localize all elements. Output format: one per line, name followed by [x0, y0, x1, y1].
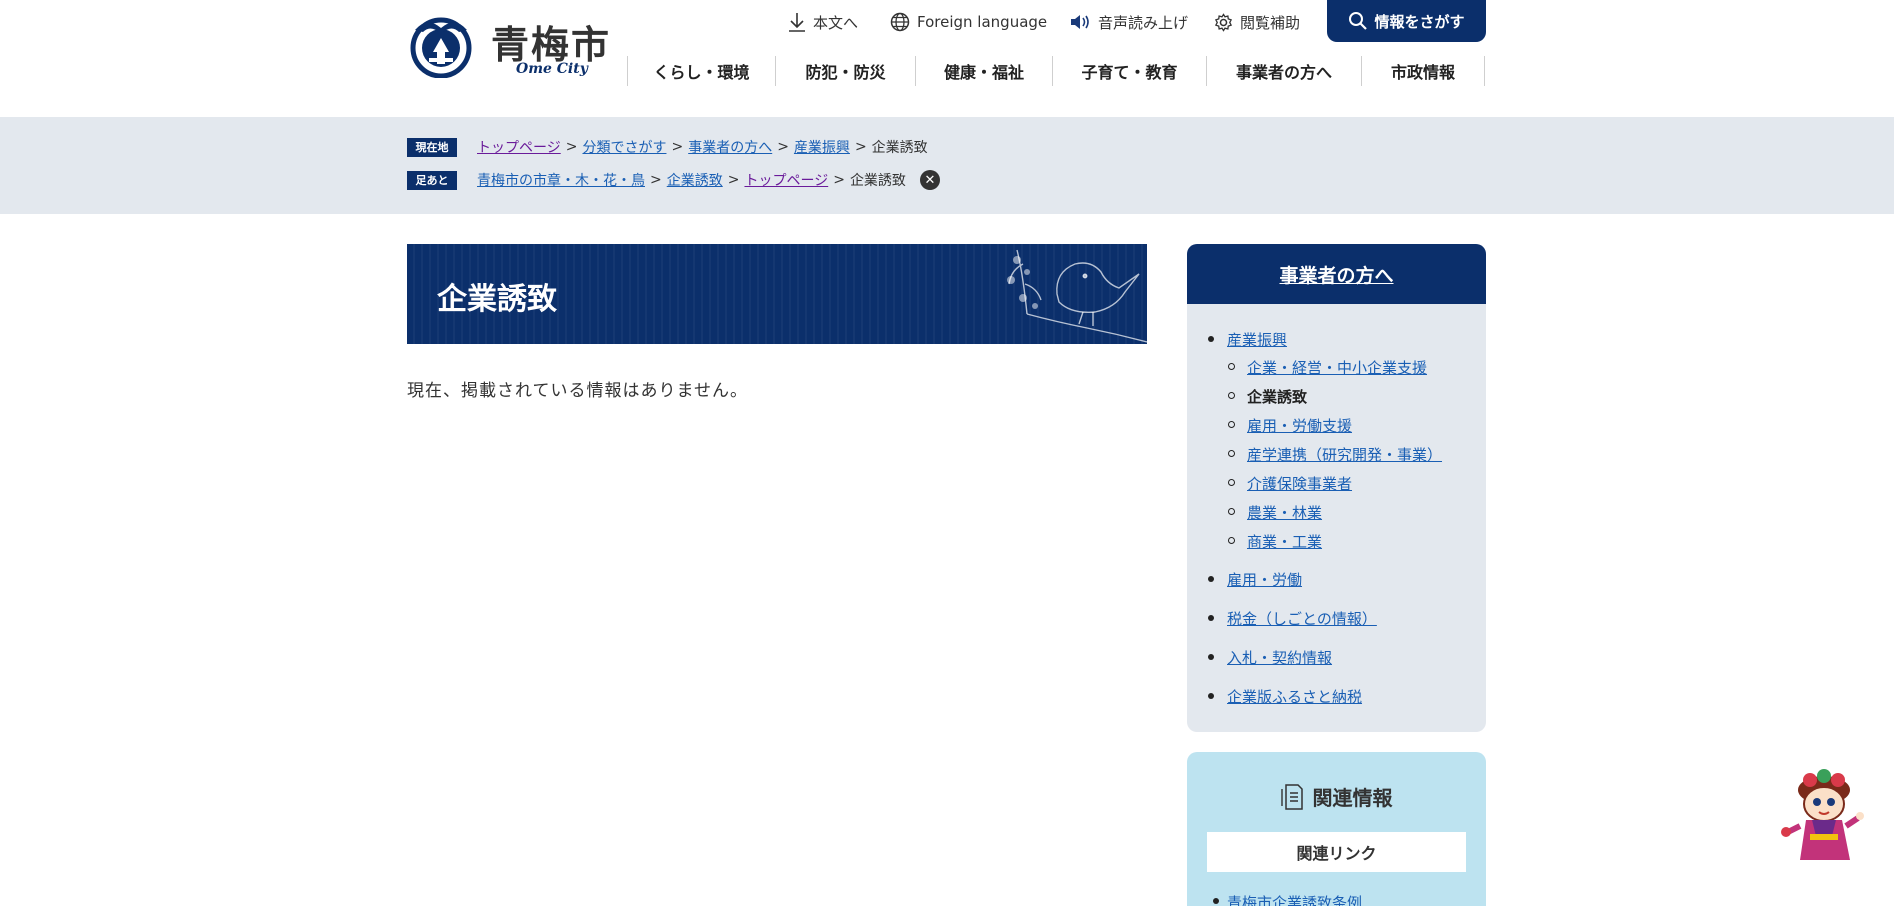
breadcrumb-separator: >	[777, 139, 789, 155]
site-header: 青梅市 Ome City 本文へ Foreign language 音声読み上げ…	[0, 0, 1894, 117]
related-info-heading: 関連情報	[1187, 782, 1486, 811]
globe-icon	[890, 12, 910, 32]
sidebar-nav: 事業者の方へ 産業振興 企業・経営・中小企業支援 企業誘致 雇用・労働支援 産学…	[1187, 244, 1486, 732]
gnav-item-business[interactable]: 事業者の方へ	[1206, 56, 1361, 86]
breadcrumb-link-business[interactable]: 事業者の方へ	[688, 137, 772, 157]
breadcrumb-link-top[interactable]: トップページ	[477, 137, 561, 157]
breadcrumb-link-industry[interactable]: 産業振興	[794, 137, 850, 157]
read-aloud-label: 音声読み上げ	[1098, 13, 1189, 32]
current-location-tag: 現在地	[407, 137, 457, 157]
browse-assist-link[interactable]: 閲覧補助	[1214, 10, 1300, 34]
site-name-english: Ome City	[516, 61, 588, 77]
footprint-link-invite[interactable]: 企業誘致	[667, 170, 723, 190]
breadcrumb-separator: >	[854, 139, 867, 155]
skip-label: 本文へ	[813, 13, 859, 32]
list-bullet	[1208, 693, 1214, 699]
read-aloud-link[interactable]: 音声読み上げ	[1069, 10, 1188, 34]
breadcrumb-current-page: 企業誘致	[871, 140, 928, 156]
breadcrumb-separator: >	[833, 172, 845, 188]
footprint-trail: 足あと 青梅市の市章・木・花・鳥 > 企業誘致 > トップページ > 企業誘致 …	[407, 169, 940, 191]
gnav-item-living[interactable]: くらし・環境	[627, 56, 775, 86]
sidebar-item-tax[interactable]: 税金（しごとの情報）	[1227, 608, 1377, 629]
gear-icon	[1214, 12, 1233, 32]
sidebar-item-industry-academia[interactable]: 産学連携（研究開発・事業）	[1247, 444, 1442, 465]
search-info-label: 情報をさがす	[1374, 12, 1465, 31]
related-info-heading-label: 関連情報	[1312, 786, 1393, 810]
list-bullet	[1208, 615, 1214, 621]
sidebar-item-furusato-tax[interactable]: 企業版ふるさと納税	[1227, 686, 1362, 707]
list-bullet	[1228, 450, 1235, 457]
bird-illustration-icon	[1007, 249, 1147, 343]
city-emblem-icon	[410, 17, 472, 78]
list-bullet	[1228, 392, 1235, 399]
gnav-item-safety[interactable]: 防犯・防災	[775, 56, 915, 86]
list-bullet	[1228, 421, 1235, 428]
sidebar-item-sme-support[interactable]: 企業・経営・中小企業支援	[1247, 357, 1427, 378]
sidebar-item-employment[interactable]: 雇用・労働	[1227, 569, 1302, 590]
sidebar-item-bidding[interactable]: 入札・契約情報	[1227, 647, 1332, 668]
related-info-box: 関連情報 関連リンク 青梅市企業誘致条例	[1187, 752, 1486, 906]
breadcrumb-separator: >	[650, 172, 662, 188]
list-bullet	[1208, 654, 1214, 660]
breadcrumb: 現在地 トップページ > 分類でさがす > 事業者の方へ > 産業振興 > 企業…	[407, 136, 928, 158]
sidebar-heading[interactable]: 事業者の方へ	[1187, 244, 1486, 304]
search-info-button[interactable]: 情報をさがす	[1327, 0, 1486, 42]
site-logo[interactable]: 青梅市 Ome City	[407, 14, 612, 80]
footprint-current-page: 企業誘致	[849, 173, 906, 189]
no-info-message: 現在、掲載されている情報はありません。	[407, 381, 748, 401]
breadcrumb-separator: >	[727, 172, 740, 188]
page-title: 企業誘致	[437, 282, 557, 317]
gnav-item-health[interactable]: 健康・福祉	[915, 56, 1052, 86]
skip-to-content-link[interactable]: 本文へ	[788, 10, 858, 34]
global-navigation: くらし・環境 防犯・防災 健康・福祉 子育て・教育 事業者の方へ 市政情報	[627, 56, 1485, 86]
footprint-tag: 足あと	[407, 170, 457, 190]
gnav-item-city-admin[interactable]: 市政情報	[1361, 56, 1485, 86]
download-arrow-icon	[789, 13, 805, 32]
breadcrumb-link-category[interactable]: 分類でさがす	[582, 137, 666, 157]
footprint-link-emblem[interactable]: 青梅市の市章・木・花・鳥	[477, 170, 645, 190]
sidebar-item-employment-support[interactable]: 雇用・労働支援	[1247, 415, 1352, 436]
list-bullet	[1228, 479, 1235, 486]
browse-assist-label: 閲覧補助	[1240, 13, 1301, 32]
related-links-subheading: 関連リンク	[1207, 832, 1466, 872]
breadcrumb-separator: >	[565, 139, 578, 155]
list-bullet	[1228, 537, 1235, 544]
sidebar-item-care-insurance[interactable]: 介護保険事業者	[1247, 473, 1352, 494]
speaker-icon	[1071, 15, 1089, 29]
sidebar-item-agriculture[interactable]: 農業・林業	[1247, 502, 1322, 523]
gnav-item-childcare[interactable]: 子育て・教育	[1052, 56, 1206, 86]
sidebar-item-current: 企業誘致	[1247, 388, 1308, 406]
list-bullet	[1208, 576, 1214, 582]
mascot-character-icon[interactable]	[1780, 768, 1870, 864]
foreign-language-link[interactable]: Foreign language	[890, 10, 1047, 34]
page-title-banner: 企業誘致	[407, 244, 1147, 344]
document-icon	[1280, 783, 1303, 810]
list-bullet	[1213, 898, 1219, 904]
breadcrumb-area: 現在地 トップページ > 分類でさがす > 事業者の方へ > 産業振興 > 企業…	[0, 117, 1894, 214]
foreign-language-label: Foreign language	[917, 13, 1048, 31]
sidebar-heading-label: 事業者の方へ	[1279, 264, 1394, 287]
list-bullet	[1228, 363, 1235, 370]
sidebar-item-commerce[interactable]: 商業・工業	[1247, 531, 1322, 552]
footprint-link-top[interactable]: トップページ	[744, 170, 828, 190]
sidebar-item-industry[interactable]: 産業振興	[1227, 329, 1287, 350]
clear-footprint-close-icon[interactable]: ✕	[919, 170, 940, 190]
list-bullet	[1208, 336, 1214, 342]
related-link-ordinance[interactable]: 青梅市企業誘致条例	[1227, 892, 1362, 906]
search-icon	[1349, 12, 1368, 30]
breadcrumb-separator: >	[671, 139, 684, 155]
list-bullet	[1228, 508, 1235, 515]
